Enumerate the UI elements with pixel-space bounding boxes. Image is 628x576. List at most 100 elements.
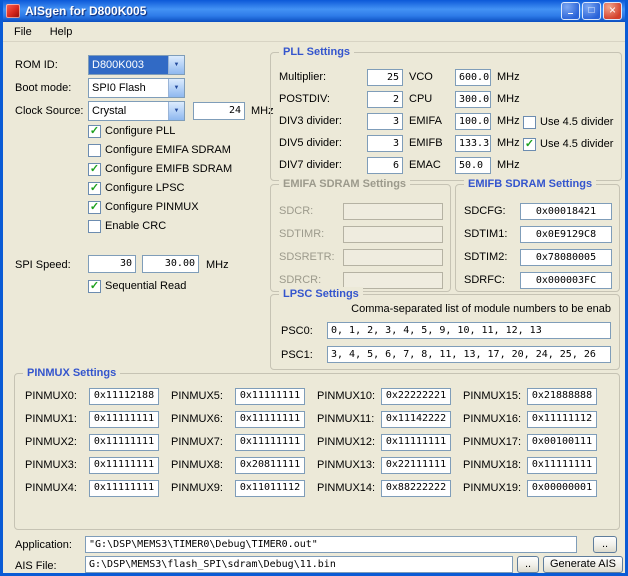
pinmux1-field[interactable]: 0x11111111 [89, 411, 159, 428]
pinmux17-field[interactable]: 0x00100111 [527, 434, 597, 451]
checkbox-configure-pinmux[interactable]: ✓ Configure PINMUX [88, 200, 199, 214]
pll-div5-field[interactable]: 3 [367, 135, 403, 152]
main-panel: ROM ID: D800K003 ▼ Boot mode: SPI0 Flash… [3, 42, 625, 573]
lpsc-settings-title: LPSC Settings [279, 287, 363, 301]
checkbox-configure-emifa-sdram[interactable]: Configure EMIFA SDRAM [88, 143, 231, 157]
sdtim2-field[interactable]: 0x78080005 [520, 249, 612, 266]
menu-file[interactable]: File [5, 24, 41, 40]
pll-emac-field: 50.0 [455, 157, 491, 174]
sdrfc-field[interactable]: 0x000003FC [520, 272, 612, 289]
checkbox-sequential-read[interactable]: ✓ Sequential Read [88, 279, 186, 293]
pinmux13-field[interactable]: 0x22111111 [381, 457, 451, 474]
spi-speed-label: SPI Speed: [15, 259, 71, 272]
close-button[interactable]: × [603, 2, 622, 20]
pll-postdiv-field[interactable]: 2 [367, 91, 403, 108]
rom-id-label: ROM ID: [15, 59, 58, 72]
checkbox-box-icon[interactable] [88, 220, 101, 233]
psc0-label: PSC0: [281, 325, 313, 338]
pll-postdiv-label: POSTDIV: [279, 93, 330, 106]
checkbox-label: Use 4.5 divider [540, 138, 613, 150]
pinmux15-field[interactable]: 0x21888888 [527, 388, 597, 405]
pinmux7-field[interactable]: 0x11111111 [235, 434, 305, 451]
pinmux10-field[interactable]: 0x22222221 [381, 388, 451, 405]
chevron-down-icon[interactable]: ▼ [168, 56, 184, 74]
pinmux2-label: PINMUX2: [25, 434, 89, 451]
pinmux3-field[interactable]: 0x11111111 [89, 457, 159, 474]
pinmux5-field[interactable]: 0x11111111 [235, 388, 305, 405]
chevron-down-icon[interactable]: ▼ [168, 79, 184, 97]
chevron-down-icon[interactable]: ▼ [168, 102, 184, 120]
checkbox-enable-crc[interactable]: Enable CRC [88, 219, 166, 233]
clock-freq-field[interactable]: 24 [193, 102, 245, 120]
pll-div7-label: DIV7 divider: [279, 159, 342, 172]
checkbox-box-icon[interactable] [523, 116, 536, 129]
pll-div3-field[interactable]: 3 [367, 113, 403, 130]
application-path-field[interactable]: "G:\DSP\MEMS3\TIMER0\Debug\TIMER0.out" [85, 536, 577, 553]
checkbox-box-icon[interactable]: ✓ [88, 280, 101, 293]
pinmux12-field[interactable]: 0x11111111 [381, 434, 451, 451]
sdsretr-field [343, 249, 443, 266]
pll-cpu-label: CPU [409, 93, 432, 106]
psc1-label: PSC1: [281, 349, 313, 362]
pinmux11-field[interactable]: 0x11142222 [381, 411, 451, 428]
sdcfg-field[interactable]: 0x00018421 [520, 203, 612, 220]
checkbox-box-icon[interactable]: ✓ [523, 138, 536, 151]
checkbox-configure-lpsc[interactable]: ✓ Configure LPSC [88, 181, 185, 195]
checkbox-label: Configure PINMUX [105, 201, 199, 213]
ais-file-label: AIS File: [15, 560, 57, 573]
pll-multiplier-field[interactable]: 25 [367, 69, 403, 86]
pinmux14-field[interactable]: 0x88222222 [381, 480, 451, 497]
generate-ais-button[interactable]: Generate AIS [543, 556, 623, 573]
psc0-field[interactable]: 0, 1, 2, 3, 4, 5, 9, 10, 11, 12, 13 [327, 322, 611, 339]
checkbox-box-icon[interactable]: ✓ [88, 182, 101, 195]
pinmux2-field[interactable]: 0x11111111 [89, 434, 159, 451]
boot-mode-value: SPI0 Flash [89, 79, 168, 97]
pinmux9-field[interactable]: 0x11011112 [235, 480, 305, 497]
checkbox-box-icon[interactable]: ✓ [88, 201, 101, 214]
pinmux10-label: PINMUX10: [317, 388, 381, 405]
pll-vco-unit: MHz [497, 71, 520, 84]
pll-div3-label: DIV3 divider: [279, 115, 342, 128]
pinmux5-label: PINMUX5: [171, 388, 235, 405]
pll-emifa-unit: MHz [497, 115, 520, 128]
ais-file-browse-button[interactable]: .. [517, 556, 539, 573]
pinmux19-field[interactable]: 0x00000001 [527, 480, 597, 497]
checkbox-label: Configure EMIFB SDRAM [105, 163, 232, 175]
checkbox-configure-pll[interactable]: ✓ Configure PLL [88, 124, 175, 138]
minimize-button[interactable]: – [561, 2, 580, 20]
pinmux0-field[interactable]: 0x11112188 [89, 388, 159, 405]
rom-id-select[interactable]: D800K003 ▼ [88, 55, 185, 75]
pinmux4-field[interactable]: 0x11111111 [89, 480, 159, 497]
sdcr-label: SDCR: [279, 205, 313, 218]
pinmux-settings-title: PINMUX Settings [23, 366, 120, 380]
application-browse-button[interactable]: .. [593, 536, 617, 553]
pinmux8-field[interactable]: 0x20811111 [235, 457, 305, 474]
maximize-button[interactable]: □ [582, 2, 601, 20]
sdtim1-label: SDTIM1: [464, 228, 507, 241]
checkbox-box-icon[interactable]: ✓ [88, 163, 101, 176]
pll-emifa-label: EMIFA [409, 115, 442, 128]
ais-file-path-field[interactable]: G:\DSP\MEMS3\flash_SPI\sdram\Debug\11.bi… [85, 556, 513, 573]
spi-speed-field[interactable]: 30 [88, 255, 136, 273]
pll-emifb-field: 133.3 [455, 135, 491, 152]
checkbox-box-icon[interactable] [88, 144, 101, 157]
pll-cpu-field: 300.0 [455, 91, 491, 108]
pll-div7-field[interactable]: 6 [367, 157, 403, 174]
pll-emac-label: EMAC [409, 159, 441, 172]
clock-source-select[interactable]: Crystal ▼ [88, 101, 185, 121]
menu-help[interactable]: Help [41, 24, 82, 40]
sdtim1-field[interactable]: 0x0E9129C8 [520, 226, 612, 243]
boot-mode-select[interactable]: SPI0 Flash ▼ [88, 78, 185, 98]
pinmux6-field[interactable]: 0x11111111 [235, 411, 305, 428]
pinmux7-label: PINMUX7: [171, 434, 235, 451]
checkbox-configure-emifb-sdram[interactable]: ✓ Configure EMIFB SDRAM [88, 162, 232, 176]
use-45-divider-emifb-checkbox[interactable]: ✓ Use 4.5 divider [523, 137, 613, 151]
titlebar[interactable]: AISgen for D800K005 – □ × [3, 0, 625, 22]
lpsc-note: Comma-separated list of module numbers t… [351, 303, 611, 315]
checkbox-box-icon[interactable]: ✓ [88, 125, 101, 138]
pinmux18-field[interactable]: 0x11111111 [527, 457, 597, 474]
pinmux16-field[interactable]: 0x11111112 [527, 411, 597, 428]
psc1-field[interactable]: 3, 4, 5, 6, 7, 8, 11, 13, 17, 20, 24, 25… [327, 346, 611, 363]
emifa-sdram-settings-group: EMIFA SDRAM Settings SDCR: SDTIMR: SDSRE… [270, 184, 451, 292]
use-45-divider-emifa-checkbox[interactable]: Use 4.5 divider [523, 115, 613, 129]
